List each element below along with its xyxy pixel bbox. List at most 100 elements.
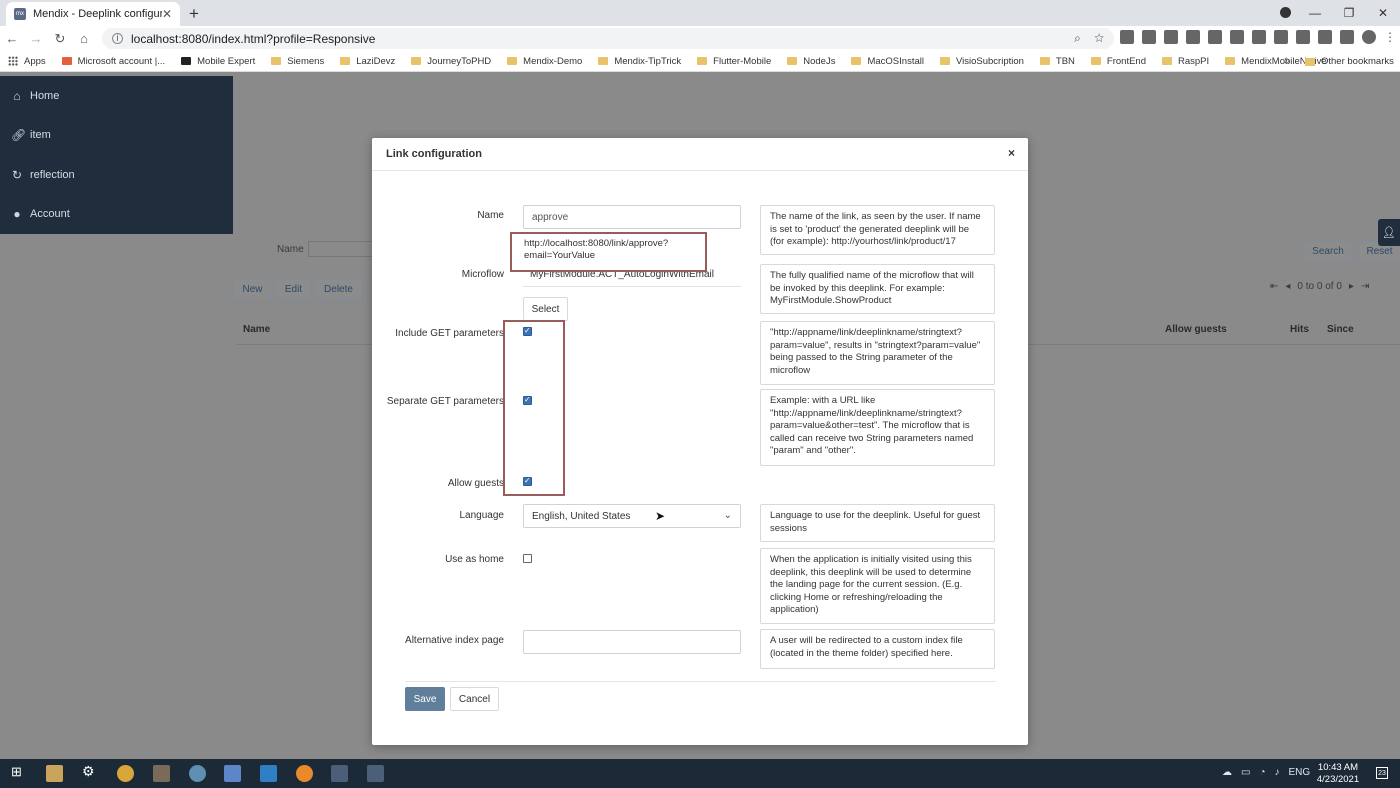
folder-icon xyxy=(1039,57,1050,65)
new-tab-icon[interactable]: + xyxy=(189,4,199,24)
browser-tab[interactable]: mx Mendix - Deeplink configuration ✕ xyxy=(6,2,180,26)
bookmark-star-icon[interactable]: ☆ xyxy=(1094,31,1104,45)
file-explorer-icon[interactable] xyxy=(46,765,63,782)
close-icon[interactable]: × xyxy=(1008,146,1015,160)
extension-icon[interactable] xyxy=(1164,30,1178,44)
microflow-help: The fully qualified name of the microflo… xyxy=(760,264,995,314)
first-page-icon[interactable]: ⇤ xyxy=(1270,281,1278,292)
minimize-icon[interactable]: — xyxy=(1298,6,1332,20)
lambda-app-icon[interactable] xyxy=(153,765,170,782)
language-select[interactable]: English, United States ⌄ xyxy=(523,504,741,528)
menu-dots-icon[interactable]: ⋮ xyxy=(1384,30,1396,44)
search-name-input[interactable] xyxy=(308,241,378,257)
extension-icon[interactable] xyxy=(1120,30,1134,44)
extension-icon[interactable] xyxy=(1318,30,1332,44)
tab-close-icon[interactable]: ✕ xyxy=(162,7,172,21)
extension-icon[interactable] xyxy=(1296,30,1310,44)
avatar[interactable] xyxy=(1362,30,1376,44)
input-language[interactable]: ENG xyxy=(1289,767,1311,778)
maximize-icon[interactable]: ❐ xyxy=(1332,6,1366,20)
extension-icon[interactable] xyxy=(1186,30,1200,44)
column-header-name[interactable]: Name xyxy=(243,324,270,335)
browser-toolbar: ← → ↻ ⌂ i localhost:8080/index.html?prof… xyxy=(0,26,1400,51)
save-button[interactable]: Save xyxy=(405,687,445,711)
column-header-allow-guests[interactable]: Allow guests xyxy=(1165,324,1227,335)
language-help: Language to use for the deeplink. Useful… xyxy=(760,504,995,542)
reload-icon[interactable]: ↻ xyxy=(48,31,72,47)
blender-icon[interactable] xyxy=(296,765,313,782)
chrome-icon[interactable] xyxy=(117,765,134,782)
alt-index-input[interactable] xyxy=(523,630,741,654)
separate-get-help: Example: with a URL like "http://appname… xyxy=(760,389,995,466)
mendix-studio-icon[interactable] xyxy=(331,765,348,782)
bookmark-apps[interactable]: Apps xyxy=(8,56,46,67)
extension-icon[interactable] xyxy=(1274,30,1288,44)
column-header-since[interactable]: Since xyxy=(1327,324,1354,335)
window-close-icon[interactable]: ✕ xyxy=(1366,6,1400,20)
back-icon[interactable]: ← xyxy=(0,31,24,46)
extension-icon[interactable] xyxy=(1252,30,1266,44)
bookmark-folder[interactable]: LaziDevz xyxy=(340,56,395,67)
bookmark-folder[interactable]: TBN xyxy=(1039,56,1075,67)
new-button[interactable]: New xyxy=(233,279,272,299)
zoom-icon[interactable]: ⌕ xyxy=(1074,31,1081,45)
extension-icon[interactable] xyxy=(1340,30,1354,44)
app-icon[interactable] xyxy=(189,765,206,782)
extension-icon[interactable] xyxy=(1142,30,1156,44)
search-name-label: Name xyxy=(277,244,304,255)
cancel-button[interactable]: Cancel xyxy=(450,687,499,711)
site-info-icon[interactable]: i xyxy=(112,33,123,44)
sidebar-item-reflection[interactable]: ↻ reflection xyxy=(0,155,233,195)
forward-icon[interactable]: → xyxy=(24,31,48,46)
search-button[interactable]: Search xyxy=(1304,241,1352,261)
bookmark-folder[interactable]: JourneyToPHD xyxy=(411,56,491,67)
volume-icon[interactable]: ♪ xyxy=(1275,767,1280,778)
sidebar-item-item[interactable]: 🔗︎ item xyxy=(0,116,233,156)
bookmark-folder[interactable]: NodeJs xyxy=(787,56,835,67)
settings-gear-icon[interactable]: ⚙ xyxy=(82,763,99,780)
app-icon[interactable] xyxy=(224,765,241,782)
sidebar-item-account[interactable]: ● Account xyxy=(0,195,233,235)
clock-time: 10:43 AM xyxy=(1317,762,1359,773)
column-header-hits[interactable]: Hits xyxy=(1290,324,1309,335)
edit-button[interactable]: Edit xyxy=(276,279,311,299)
bookmark-folder[interactable]: VisioSubcription xyxy=(939,56,1024,67)
extension-icon[interactable] xyxy=(1230,30,1244,44)
notification-icon[interactable]: 23 xyxy=(1376,767,1388,779)
home-browser-icon[interactable]: ⌂ xyxy=(72,31,96,46)
chevron-down-icon: ⌄ xyxy=(723,510,732,521)
bookmark-folder[interactable]: FrontEnd xyxy=(1090,56,1146,67)
windows-start-icon[interactable]: ⊞ xyxy=(11,764,28,781)
folder-icon xyxy=(1225,57,1236,65)
bookmark-folder[interactable]: Flutter-Mobile xyxy=(697,56,771,67)
footer-divider xyxy=(405,681,996,682)
bookmark-folder[interactable]: Siemens xyxy=(271,56,324,67)
bookmark-folder[interactable]: Mendix-Demo xyxy=(507,56,582,67)
bookmark-folder[interactable]: MacOSInstall xyxy=(851,56,924,67)
other-bookmarks[interactable]: Other bookmarks xyxy=(1305,56,1394,67)
zoom-and-star-icons: ⌕ ☆ xyxy=(1074,31,1104,46)
mendix-studio-icon[interactable] xyxy=(367,765,384,782)
prev-page-icon[interactable]: ◂ xyxy=(1285,281,1290,292)
clock[interactable]: 10:43 AM 4/23/2021 xyxy=(1312,762,1364,786)
more-bookmarks-icon[interactable]: » xyxy=(1284,55,1290,67)
bookmark[interactable]: Mobile Expert xyxy=(181,56,255,67)
bookmark[interactable]: Microsoft account |... xyxy=(61,56,165,67)
use-as-home-checkbox[interactable] xyxy=(523,554,532,563)
network-icon[interactable]: ◔ xyxy=(1259,767,1265,778)
sidebar-item-home[interactable]: ⌂ Home xyxy=(0,76,233,116)
next-page-icon[interactable]: ▸ xyxy=(1349,281,1354,292)
name-input[interactable]: approve xyxy=(523,205,741,229)
delete-button[interactable]: Delete xyxy=(315,279,362,299)
media-control-icon[interactable] xyxy=(1280,7,1291,18)
vscode-icon[interactable] xyxy=(260,765,277,782)
cloud-icon[interactable]: ☁ xyxy=(1222,767,1232,778)
address-bar[interactable]: i localhost:8080/index.html?profile=Resp… xyxy=(102,28,1114,49)
bookmark-folder[interactable]: Mendix-TipTrick xyxy=(598,56,681,67)
bookmark-folder[interactable]: RaspPI xyxy=(1162,56,1209,67)
last-page-icon[interactable]: ⇥ xyxy=(1361,281,1369,292)
select-microflow-button[interactable]: Select xyxy=(523,297,568,321)
extension-icon[interactable] xyxy=(1208,30,1222,44)
side-panel-toggle[interactable]: 👤︎ xyxy=(1378,219,1400,246)
battery-icon[interactable]: ▭ xyxy=(1241,767,1250,778)
